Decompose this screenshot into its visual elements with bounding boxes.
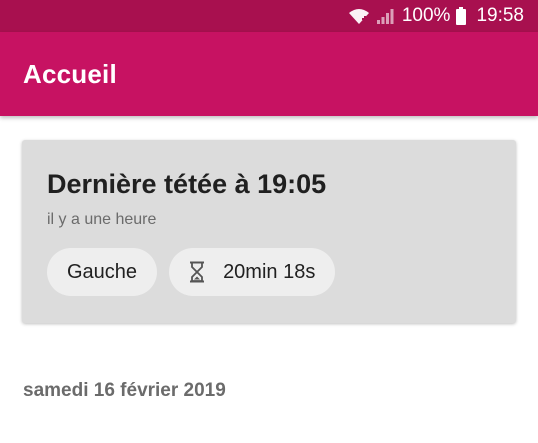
- battery-percent: 100%: [401, 5, 451, 26]
- history-date-header: samedi 16 février 2019: [23, 380, 226, 401]
- side-chip-label: Gauche: [67, 260, 138, 283]
- status-clock: 19:58: [476, 5, 524, 26]
- signal-icon: [376, 7, 394, 25]
- last-feeding-headline: Dernière tétée à 19:05: [47, 169, 327, 199]
- battery-icon: [456, 7, 467, 25]
- hourglass-icon: [189, 261, 205, 283]
- side-chip: Gauche: [47, 248, 158, 296]
- last-feeding-relative-time: il y a une heure: [47, 211, 157, 228]
- duration-chip-label: 20min 18s: [223, 260, 316, 283]
- feeding-details: Gauche 20min 18s: [47, 248, 491, 296]
- duration-chip: 20min 18s: [169, 248, 336, 296]
- app-bar: Accueil: [0, 32, 538, 116]
- wifi-icon: [348, 7, 370, 25]
- last-feeding-card[interactable]: Dernière tétée à 19:05 il y a une heure …: [22, 140, 516, 323]
- status-bar: 100% 19:58: [0, 0, 538, 32]
- page-title: Accueil: [23, 58, 117, 89]
